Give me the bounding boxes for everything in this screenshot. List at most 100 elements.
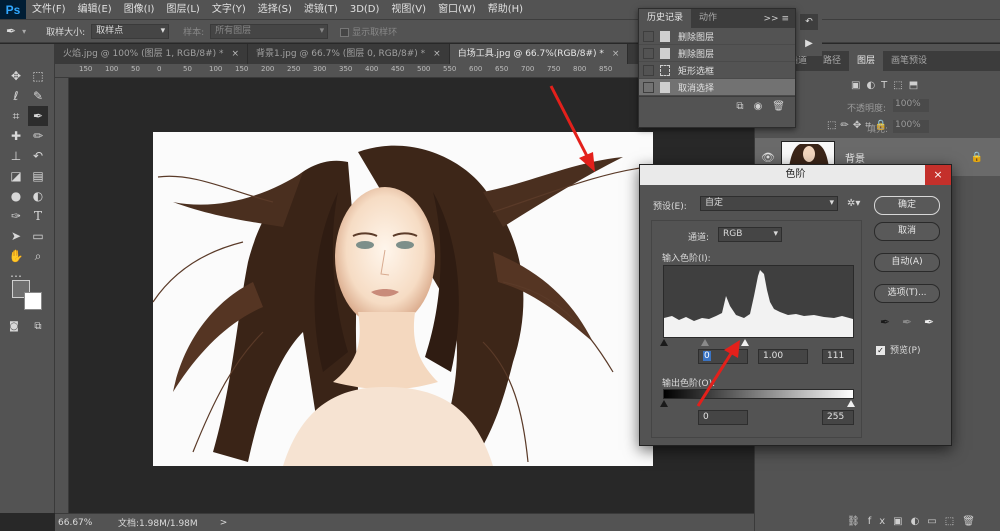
trash-icon[interactable]: 🗑 [772, 101, 785, 112]
menu-item[interactable]: 窗口(W) [432, 0, 482, 19]
zoom-level[interactable]: 66.67% [58, 518, 98, 528]
ok-button[interactable]: 确定 [874, 196, 940, 215]
eraser-tool-icon[interactable]: ◪ [6, 166, 26, 186]
blur-tool-icon[interactable]: ● [6, 186, 26, 206]
menu-item[interactable]: 选择(S) [252, 0, 298, 19]
gray-eyedropper-icon[interactable]: ✒ [902, 315, 912, 329]
white-eyedropper-icon[interactable]: ✒ [924, 315, 934, 329]
output-white-field[interactable]: 255 [822, 410, 854, 425]
sample-select[interactable]: 所有图层 ▾ [210, 23, 329, 39]
channel-label: 通道: [688, 233, 710, 243]
black-eyedropper-icon[interactable]: ✒ [880, 315, 890, 329]
menu-item[interactable]: 3D(D) [344, 0, 386, 19]
menu-item[interactable]: 图像(I) [118, 0, 161, 19]
layer-filter-icons[interactable]: ▣◐T⬚⬒ [851, 80, 924, 91]
layer-name[interactable]: 背景 [845, 150, 865, 165]
close-icon[interactable]: × [433, 49, 441, 59]
brush-tool-icon[interactable]: ✏ [28, 126, 48, 146]
dialog-title-bar[interactable]: 色阶 × [640, 165, 951, 185]
preset-options-gear-icon[interactable]: ✲▾ [847, 198, 860, 209]
tab-actions[interactable]: 动作 [691, 9, 725, 28]
auto-button[interactable]: 自动(A) [874, 253, 940, 272]
camera-icon[interactable]: ◉ [754, 101, 763, 112]
eye-icon[interactable]: 👁 [761, 151, 775, 164]
lasso-tool-icon[interactable]: ℓ [6, 86, 26, 106]
history-item[interactable]: 删除图层 [639, 28, 795, 45]
quick-mask-icon[interactable]: ◙ [4, 316, 24, 336]
layer-footer-icons[interactable]: ⛓fx▣◐▭⬚🗑 [847, 516, 983, 527]
chevron-down-icon: ▾ [160, 25, 166, 36]
sample-size-select[interactable]: 取样点 ▾ [91, 23, 170, 39]
close-icon[interactable]: × [925, 165, 951, 185]
move-tool-icon[interactable]: ✥ [6, 66, 26, 86]
dodge-tool-icon[interactable]: ◐ [28, 186, 48, 206]
cancel-button[interactable]: 取消 [874, 222, 940, 241]
menu-item[interactable]: 视图(V) [385, 0, 432, 19]
input-black-slider[interactable] [660, 339, 668, 346]
history-source-box[interactable] [643, 81, 654, 93]
menu-item[interactable]: 文件(F) [26, 0, 72, 19]
hand-tool-icon[interactable]: ✋ [6, 246, 26, 266]
crop-tool-icon[interactable]: ⌗ [6, 106, 26, 126]
actions-panel-icon[interactable]: ▶ [800, 36, 818, 52]
chevron-down-icon: ▾ [773, 229, 778, 239]
screen-mode-icon[interactable]: ⧉ [28, 316, 48, 336]
checkmark-icon: ✓ [876, 346, 885, 355]
healing-brush-icon[interactable]: ✚ [6, 126, 26, 146]
options-button[interactable]: 选项(T)... [874, 284, 940, 303]
history-item[interactable]: 删除图层 [639, 45, 795, 62]
output-white-slider[interactable] [847, 400, 855, 407]
marquee-tool-icon[interactable]: ⬚ [28, 66, 48, 86]
zoom-tool-icon[interactable]: ⌕ [28, 246, 48, 266]
menu-item[interactable]: 滤镜(T) [298, 0, 344, 19]
tab-history[interactable]: 历史记录 [639, 9, 692, 28]
tool-preset-chevron-icon[interactable]: ▾ [22, 27, 26, 36]
tab-layers[interactable]: 图层 [849, 51, 884, 71]
fill-input[interactable]: 100% [893, 120, 929, 133]
tab-fire-jpg[interactable]: 火焰.jpg @ 100% (图层 1, RGB/8#) * × [55, 44, 249, 64]
preview-checkbox[interactable]: ✓ 预览(P) [876, 343, 920, 356]
background-color-swatch[interactable] [24, 292, 42, 310]
type-tool-icon[interactable]: T [28, 206, 48, 226]
close-icon[interactable]: × [232, 49, 240, 59]
tab-brush-presets[interactable]: 画笔预设 [883, 51, 935, 71]
ruler-tick-label: 700 [521, 65, 535, 73]
output-black-slider[interactable] [660, 400, 668, 407]
channel-select[interactable]: RGB ▾ [718, 227, 782, 242]
clone-stamp-icon[interactable]: ⊥ [6, 146, 26, 166]
history-source-box[interactable] [643, 47, 654, 59]
close-icon[interactable]: × [612, 49, 620, 59]
history-panel-icon[interactable]: ↶ [800, 14, 818, 30]
annotation-arrow [549, 85, 595, 172]
quick-select-tool-icon[interactable]: ✎ [28, 86, 48, 106]
panel-menu-icon[interactable]: >> ≡ [764, 14, 796, 24]
shape-tool-icon[interactable]: ▭ [28, 226, 48, 246]
input-gamma-field[interactable]: 1.00 [758, 349, 808, 364]
opacity-input[interactable]: 100% [893, 99, 929, 112]
history-source-box[interactable] [643, 30, 654, 42]
history-item[interactable]: 矩形选框 [639, 62, 795, 79]
tab-white-point-jpg[interactable]: 白场工具.jpg @ 66.7%(RGB/8#) * × [449, 44, 629, 64]
eyedropper-icon[interactable]: ✒ [6, 24, 16, 38]
show-ring-checkbox[interactable]: 显示取样环 [340, 25, 397, 38]
history-source-box[interactable] [643, 64, 654, 76]
status-menu-arrow[interactable]: > [220, 518, 228, 528]
path-select-icon[interactable]: ➤ [6, 226, 26, 246]
pen-tool-icon[interactable]: ✑ [6, 206, 26, 226]
preset-label: 预设(E): [653, 202, 687, 212]
menu-item[interactable]: 文字(Y) [206, 0, 252, 19]
history-item-active[interactable]: 取消选择 [639, 79, 795, 96]
document-image[interactable] [153, 132, 653, 466]
input-white-field[interactable]: 111 [822, 349, 854, 364]
history-brush-icon[interactable]: ↶ [28, 146, 48, 166]
menu-item[interactable]: 编辑(E) [72, 0, 118, 19]
gradient-tool-icon[interactable]: ▤ [28, 166, 48, 186]
output-black-field[interactable]: 0 [698, 410, 748, 425]
eyedropper-tool-icon[interactable]: ✒ [28, 106, 48, 126]
menu-item[interactable]: 帮助(H) [482, 0, 529, 19]
menu-item[interactable]: 图层(L) [160, 0, 205, 19]
preset-select[interactable]: 自定 ▾ [700, 196, 838, 211]
checkbox-box [340, 27, 350, 37]
tab-background1-jpg[interactable]: 背景1.jpg @ 66.7% (图层 0, RGB/8#) * × [248, 44, 450, 64]
new-document-from-state-icon[interactable]: ⧉ [736, 101, 743, 112]
